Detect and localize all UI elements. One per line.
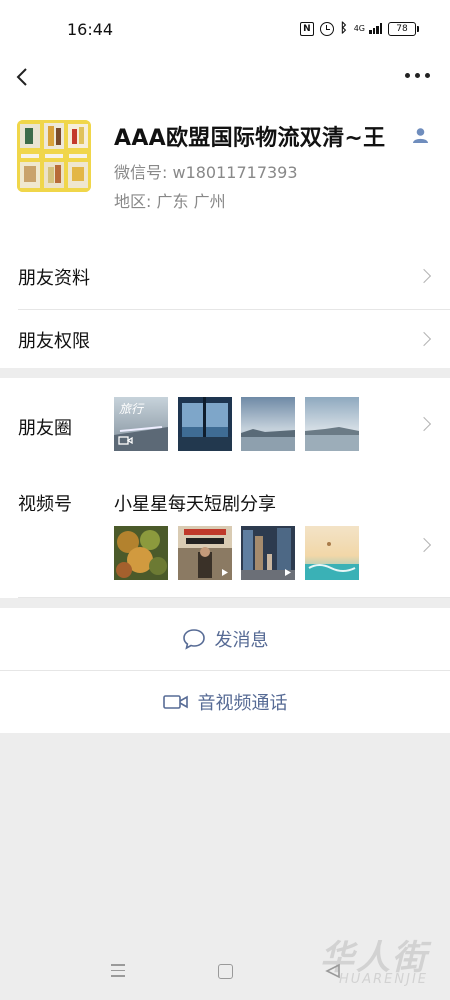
home-icon[interactable] [218,964,233,979]
chevron-right-icon [416,416,432,432]
chevron-left-icon[interactable] [14,68,32,86]
channels-label: 视频号 [18,494,72,515]
channel-thumbnail [241,526,295,580]
avatar[interactable] [17,120,91,192]
menu-item-friend-info[interactable]: 朋友资料 [0,244,450,306]
menu-item-label: 朋友权限 [18,331,90,352]
contact-menu: 朋友资料 朋友权限 [0,228,450,368]
nav-back-icon[interactable] [325,963,341,979]
channel-thumbnail [305,526,359,580]
profile-header: AAA欧盟国际物流双清~王 微信号: w18011717393 地区: 广东 广… [0,60,450,228]
moments-thumbnail [241,397,295,451]
channels-row[interactable]: 视频号 小星星每天短剧分享 [0,470,450,598]
channel-thumbnail [178,526,232,580]
signal-icon [369,23,382,34]
moments-thumbnail [305,397,359,451]
contact-name: AAA欧盟国际物流双清~王 [114,126,386,151]
divider [18,597,450,598]
menu-item-label: 朋友资料 [18,268,90,289]
moments-row[interactable]: 朋友圈 旅行 [0,378,450,470]
video-camera-icon [162,695,188,709]
moments-thumbnail: 旅行 [114,397,168,451]
status-bar: 16:44 N ᛒ 4G 78 [0,0,450,60]
network-type: 4G [353,23,365,33]
menu-item-friend-permissions[interactable]: 朋友权限 [0,307,450,369]
alarm-icon [319,21,334,36]
chevron-right-icon [416,537,432,553]
system-nav-bar [0,950,450,1000]
channel-name: 小星星每天短剧分享 [114,494,276,515]
user-icon [413,128,428,143]
moments-thumb-text: 旅行 [119,402,145,416]
send-message-button[interactable]: 发消息 [0,608,450,670]
chevron-right-icon [416,331,432,347]
region: 地区: 广东 广州 [114,192,226,211]
chat-bubble-icon [182,629,205,650]
video-call-label: 音视频通话 [197,693,288,714]
ellipsis-icon[interactable] [405,73,430,78]
send-message-label: 发消息 [214,630,269,651]
moments-thumbnail [178,397,232,451]
nfc-icon: N [299,21,314,36]
bluetooth-icon: ᛒ [339,21,348,36]
media-section: 朋友圈 旅行 视频号 小星星每天短剧分享 [0,378,450,598]
chevron-right-icon [416,268,432,284]
battery-icon: 78 [388,21,419,36]
video-call-button[interactable]: 音视频通话 [0,671,450,733]
status-time: 16:44 [67,20,114,39]
status-icons: N ᛒ 4G 78 [299,21,419,36]
channel-thumbnail [114,526,168,580]
recent-apps-icon[interactable] [111,964,125,977]
moments-label: 朋友圈 [18,418,72,439]
wechat-id: 微信号: w18011717393 [114,163,298,182]
